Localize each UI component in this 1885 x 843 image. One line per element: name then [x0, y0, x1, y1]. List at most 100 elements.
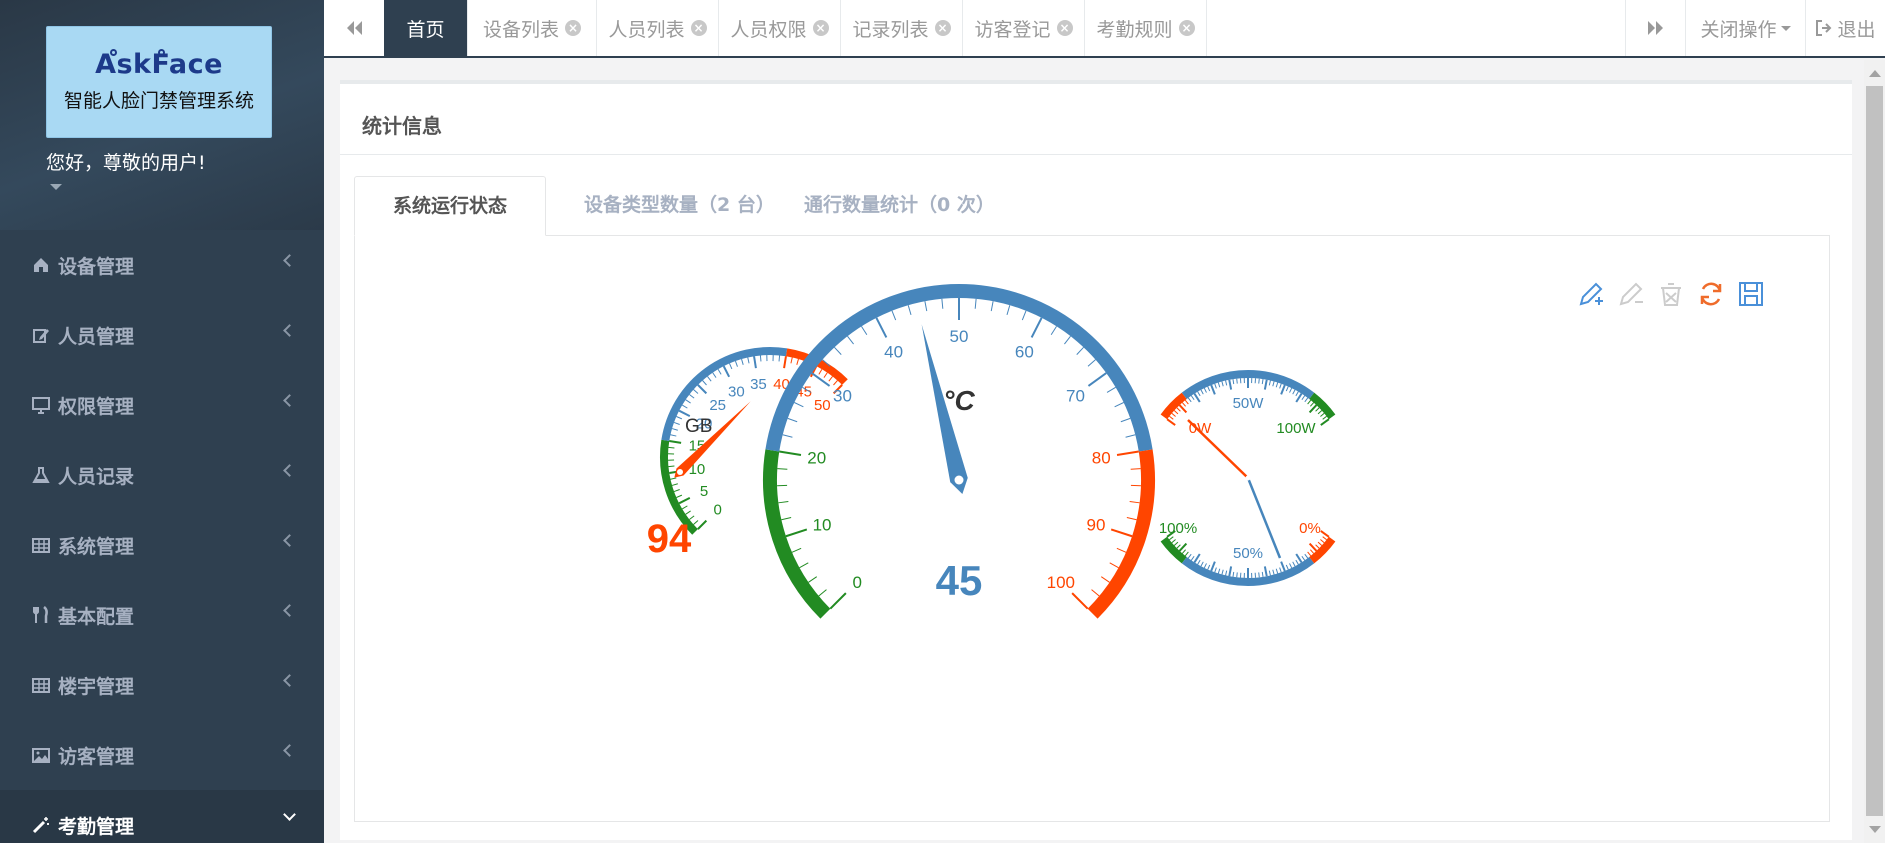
gauge-minor-tick: [1221, 569, 1224, 575]
gauge-minor-tick: [1268, 570, 1271, 576]
gauge-minor-tick: [671, 428, 678, 431]
close-tab-icon[interactable]: ×: [812, 20, 829, 36]
gauge-minor-tick: [791, 547, 802, 553]
gauge-minor-tick: [1173, 410, 1179, 415]
page-tab-1[interactable]: 首页: [384, 0, 468, 56]
gauge-minor-tick: [1021, 310, 1027, 321]
scroll-down-icon[interactable]: [1869, 826, 1881, 833]
gauge-major-tick: [1280, 384, 1286, 395]
sidebar-item-1[interactable]: 设备管理: [0, 230, 324, 300]
logo-dot-icon: [158, 49, 165, 56]
gauge-major-tick: [1030, 317, 1043, 338]
gauge-minor-tick: [759, 355, 762, 362]
page-tab-7[interactable]: 考勤规则 ×: [1085, 0, 1207, 56]
sidebar-item-6[interactable]: 基本配置: [0, 580, 324, 650]
gauge-major-tick: [1320, 418, 1330, 426]
gauge-minor-tick: [1307, 551, 1312, 557]
page-tab-6[interactable]: 访客登记 ×: [963, 0, 1085, 56]
gauge-unit-label: °C: [943, 385, 975, 416]
gauge-minor-tick: [1295, 391, 1299, 397]
gauge-minor-tick: [681, 505, 688, 510]
close-tab-icon[interactable]: ×: [934, 20, 951, 36]
gauge-minor-tick: [1207, 386, 1211, 392]
page-tab-2[interactable]: 设备列表 ×: [468, 0, 597, 56]
close-tab-icon[interactable]: ×: [1056, 20, 1073, 36]
gauge-minor-tick: [670, 477, 677, 480]
chevron-left-icon: [283, 534, 296, 547]
gauge-major-tick: [1110, 528, 1133, 538]
scroll-up-icon[interactable]: [1869, 70, 1881, 77]
gauge-major-tick: [1320, 530, 1330, 538]
gauge-minor-tick: [1187, 553, 1192, 559]
gauge-minor-tick: [1200, 561, 1204, 567]
gauge-tick-label: 30: [833, 386, 852, 405]
close-tab-icon[interactable]: ×: [565, 20, 581, 36]
tab-system-status[interactable]: 系统运行状态: [354, 176, 547, 236]
tab-traffic-stats[interactable]: 通行数量统计（0 次）: [766, 176, 1033, 236]
brand-subtitle: 智能人脸门禁管理系统: [63, 90, 254, 112]
gauge-needle-pivot: [1245, 475, 1251, 481]
gauge-tick-label: 0: [852, 573, 861, 592]
gauge-minor-tick: [1114, 402, 1124, 408]
gauge-minor-tick: [747, 357, 750, 364]
sidebar: AskFace 智能人脸门禁管理系统 您好，尊敬的用户! 设备管理 人员管理 权限管…: [0, 0, 324, 843]
sidebar-item-label: 人员管理: [58, 325, 135, 348]
sidebar-item-3[interactable]: 权限管理: [0, 370, 324, 440]
scrollbar-thumb[interactable]: [1866, 86, 1883, 816]
gauge-minor-tick: [673, 489, 680, 493]
gauge-major-tick: [1210, 384, 1216, 395]
page-scrollbar[interactable]: [1864, 60, 1885, 843]
gauge-minor-tick: [1129, 501, 1140, 504]
close-tab-icon[interactable]: ×: [1178, 20, 1195, 36]
close-operations-dropdown[interactable]: 关闭操作: [1685, 0, 1805, 56]
gauge-minor-tick: [1064, 335, 1071, 345]
sidebar-item-8[interactable]: 访客管理: [0, 720, 324, 790]
logout-button[interactable]: 退出: [1805, 0, 1885, 56]
sign-out-icon: [1816, 20, 1832, 36]
gauge-major-tick: [785, 528, 808, 538]
gauge-needle-pivot: [954, 475, 964, 485]
gauge-minor-tick: [1232, 571, 1235, 577]
gauge-tick-label: 50%: [1233, 545, 1263, 562]
tabs-scroll-right-button[interactable]: [1625, 0, 1685, 56]
gauge-tick-label: 100%: [1159, 520, 1197, 537]
gauge-minor-tick: [741, 358, 744, 365]
gauge-minor-tick: [1225, 380, 1228, 386]
gauge-minor-tick: [1285, 386, 1289, 392]
user-menu-caret-icon[interactable]: [50, 184, 62, 190]
gauge-minor-tick: [1301, 555, 1306, 561]
sidebar-item-9[interactable]: 考勤管理: [0, 790, 324, 843]
gauge-tick-label: 100: [1047, 573, 1075, 592]
sidebar-item-5[interactable]: 系统管理: [0, 510, 324, 580]
gauge-minor-tick: [1272, 569, 1275, 575]
gauge-minor-tick: [1236, 572, 1238, 578]
gauge-minor-tick: [924, 301, 928, 312]
gauge-minor-tick: [777, 468, 788, 470]
page-tab-4[interactable]: 人员权限 ×: [719, 0, 841, 56]
gauge-minor-tick: [1217, 382, 1221, 388]
chevron-left-icon: [283, 604, 296, 617]
gauge-minor-tick: [974, 298, 977, 309]
gauge-minor-tick: [1317, 541, 1323, 546]
sidebar-item-4[interactable]: 人员记录: [0, 440, 324, 510]
gauge-minor-tick: [1285, 564, 1289, 570]
gauge-minor-tick: [1076, 346, 1084, 355]
page-tab-3[interactable]: 人员列表 ×: [597, 0, 719, 56]
close-tab-icon[interactable]: ×: [690, 20, 707, 36]
gauge-minor-tick: [833, 380, 838, 386]
sidebar-item-2[interactable]: 人员管理: [0, 300, 324, 370]
gauge-minor-tick: [1307, 399, 1312, 405]
gauge-major-tick: [1087, 372, 1107, 387]
gauge-minor-tick: [1214, 567, 1217, 573]
tab-panel-system-status: 0 5 10 15 20 25 30 35 40 45 50 GB 94 0 10 20 30 40 50 60 70 8…: [354, 236, 1830, 822]
sidebar-item-7[interactable]: 楼宇管理: [0, 650, 324, 720]
gauge-tick-label: 0%: [1299, 520, 1321, 537]
page-tab-5[interactable]: 记录列表 ×: [841, 0, 963, 56]
tabs-scroll-left-button[interactable]: [324, 0, 384, 56]
user-greeting[interactable]: 您好，尊敬的用户!: [46, 148, 206, 175]
gauge-major-tick: [697, 519, 708, 530]
gauge-minor-tick: [734, 360, 738, 367]
gauge-minor-tick: [1173, 541, 1179, 546]
gauge-minor-tick: [861, 326, 868, 336]
gauge-major-tick: [1280, 561, 1286, 572]
